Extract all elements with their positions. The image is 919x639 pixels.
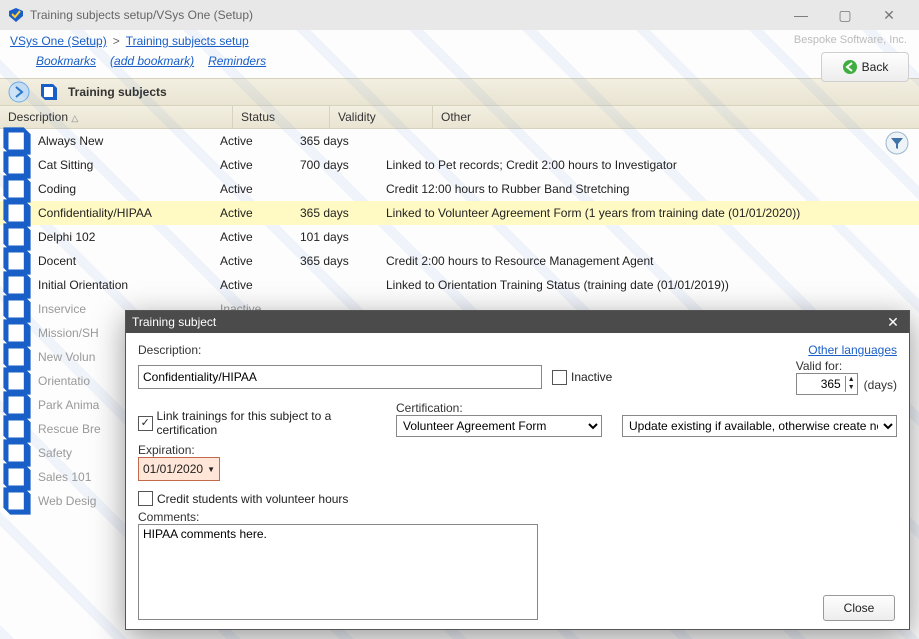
close-button-label: Close <box>844 601 875 615</box>
cell-validity: 700 days <box>300 158 386 172</box>
back-button[interactable]: Back <box>821 52 909 82</box>
cell-status: Active <box>220 206 300 220</box>
cell-description: Cat Sitting <box>38 158 220 172</box>
expiration-date-input[interactable]: 01/01/2020 ▼ <box>138 457 220 481</box>
cell-status: Active <box>220 278 300 292</box>
checkbox-icon: ✓ <box>138 416 153 431</box>
section-title: Training subjects <box>68 85 167 99</box>
dialog-titlebar[interactable]: Training subject ✕ <box>126 311 909 333</box>
dialog-title: Training subject <box>132 315 883 329</box>
brand-label: Bespoke Software, Inc. <box>794 34 907 46</box>
cell-status: Active <box>220 230 300 244</box>
back-arrow-icon <box>842 59 858 75</box>
inactive-label: Inactive <box>571 370 612 384</box>
spin-up-icon[interactable]: ▲ <box>846 376 857 384</box>
link-cert-checkbox[interactable]: ✓ Link trainings for this subject to a c… <box>138 409 386 437</box>
cell-validity: 101 days <box>300 230 386 244</box>
days-suffix: (days) <box>864 378 897 395</box>
cell-status: Active <box>220 134 300 148</box>
cell-description: Docent <box>38 254 220 268</box>
label-certification: Certification: <box>396 401 602 415</box>
cell-status: Active <box>220 254 300 268</box>
checkbox-icon <box>552 370 567 385</box>
table-row[interactable]: Always NewActive365 days <box>0 129 919 153</box>
book-icon <box>0 484 38 518</box>
table-row[interactable]: Cat SittingActive700 daysLinked to Pet r… <box>0 153 919 177</box>
col-status[interactable]: Status <box>233 106 330 128</box>
training-subject-dialog: Training subject ✕ Other languages Descr… <box>125 310 910 630</box>
valid-for-stepper[interactable]: ▲▼ <box>796 373 858 395</box>
close-button[interactable]: Close <box>823 595 895 621</box>
cell-validity: 365 days <box>300 206 386 220</box>
dialog-close-icon[interactable]: ✕ <box>883 314 903 331</box>
window-buttons: — ▢ ✕ <box>779 0 911 30</box>
col-other[interactable]: Other <box>433 106 919 128</box>
label-comments: Comments: <box>138 510 897 524</box>
reminders-link[interactable]: Reminders <box>208 54 266 68</box>
cell-status: Active <box>220 182 300 196</box>
cell-validity: 365 days <box>300 134 386 148</box>
breadcrumb-leaf[interactable]: Training subjects setup <box>126 34 249 48</box>
cell-description: Confidentiality/HIPAA <box>38 206 220 220</box>
minimize-button[interactable]: — <box>779 0 823 30</box>
table-row[interactable]: CodingActive Credit 12:00 hours to Rubber… <box>0 177 919 201</box>
description-input[interactable] <box>138 365 542 389</box>
grid-header: Description △ Status Validity Other <box>0 106 919 129</box>
label-expiration: Expiration: <box>138 443 897 457</box>
links-row: Bookmarks (add bookmark) Reminders <box>0 52 919 74</box>
breadcrumb-root[interactable]: VSys One (Setup) <box>10 34 107 48</box>
nav-arrow-icon[interactable] <box>8 81 30 103</box>
add-bookmark-link[interactable]: (add bookmark) <box>110 54 194 68</box>
app-window: Training subjects setup/VSys One (Setup)… <box>0 0 919 639</box>
maximize-button[interactable]: ▢ <box>823 0 867 30</box>
table-row[interactable]: DocentActive365 daysCredit 2:00 hours to… <box>0 249 919 273</box>
breadcrumb: VSys One (Setup) > Training subjects set… <box>0 30 919 52</box>
close-window-button[interactable]: ✕ <box>867 0 911 30</box>
dropdown-icon[interactable]: ▼ <box>207 465 215 474</box>
certification-select[interactable]: Volunteer Agreement Form <box>396 415 602 437</box>
bookmarks-link[interactable]: Bookmarks <box>36 54 96 68</box>
cell-description: Initial Orientation <box>38 278 220 292</box>
cell-other: Credit 2:00 hours to Resource Management… <box>386 254 919 268</box>
table-row[interactable]: Initial OrientationActive Linked to Orien… <box>0 273 919 297</box>
col-validity[interactable]: Validity <box>330 106 433 128</box>
credit-label: Credit students with volunteer hours <box>157 492 348 506</box>
cell-description: Coding <box>38 182 220 196</box>
cell-other: Linked to Orientation Training Status (t… <box>386 278 919 292</box>
cell-description: Always New <box>38 134 220 148</box>
cell-other: Linked to Pet records; Credit 2:00 hours… <box>386 158 919 172</box>
back-button-label: Back <box>862 60 889 74</box>
cell-other: Linked to Volunteer Agreement Form (1 ye… <box>386 206 919 220</box>
cell-status: Active <box>220 158 300 172</box>
breadcrumb-sep: > <box>113 34 120 48</box>
link-cert-label: Link trainings for this subject to a cer… <box>157 409 387 437</box>
section-header: Training subjects <box>0 78 919 106</box>
cell-description: Delphi 102 <box>38 230 220 244</box>
sort-asc-icon: △ <box>71 113 78 123</box>
window-title: Training subjects setup/VSys One (Setup) <box>30 8 779 22</box>
checkbox-icon <box>138 491 153 506</box>
spin-down-icon[interactable]: ▼ <box>846 384 857 392</box>
update-mode-select[interactable]: Update existing if available, otherwise … <box>622 415 897 437</box>
filter-icon[interactable] <box>885 131 909 155</box>
label-valid-for: Valid for: <box>796 359 858 373</box>
expiration-value: 01/01/2020 <box>143 462 203 476</box>
book-icon <box>38 81 60 103</box>
credit-checkbox[interactable]: Credit students with volunteer hours <box>138 491 897 506</box>
table-row[interactable]: Delphi 102Active101 days <box>0 225 919 249</box>
app-icon <box>8 7 24 23</box>
comments-textarea[interactable] <box>138 524 538 620</box>
cell-other: Credit 12:00 hours to Rubber Band Stretc… <box>386 182 919 196</box>
other-languages-link[interactable]: Other languages <box>808 343 897 357</box>
inactive-checkbox[interactable]: Inactive <box>552 370 612 385</box>
cell-validity: 365 days <box>300 254 386 268</box>
valid-for-input[interactable] <box>797 375 845 393</box>
label-description: Description: <box>138 343 388 357</box>
titlebar: Training subjects setup/VSys One (Setup)… <box>0 0 919 30</box>
table-row[interactable]: Confidentiality/HIPAAActive365 daysLinke… <box>0 201 919 225</box>
